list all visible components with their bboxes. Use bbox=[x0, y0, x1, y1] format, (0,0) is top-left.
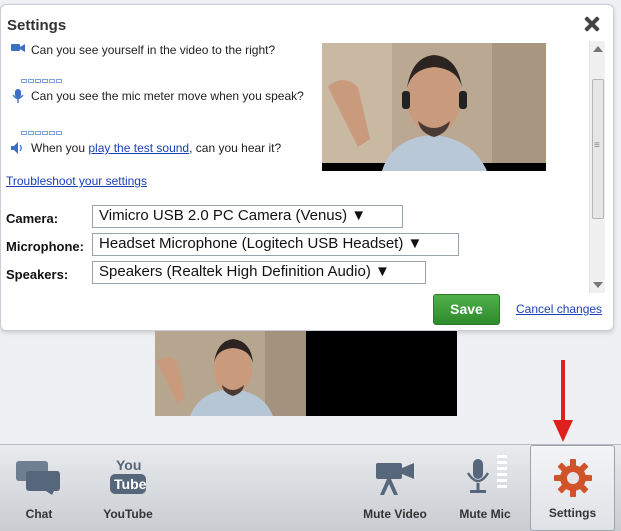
mute-video-button[interactable]: Mute Video bbox=[360, 445, 430, 531]
mute-video-label: Mute Video bbox=[363, 507, 427, 521]
speaker-icon bbox=[11, 142, 22, 154]
microphone-select[interactable]: Headset Microphone (Logitech USB Headset… bbox=[92, 233, 459, 256]
self-video bbox=[155, 331, 306, 416]
video-camera-icon bbox=[376, 463, 414, 495]
scroll-thumb[interactable] bbox=[592, 79, 604, 219]
settings-button[interactable]: Settings bbox=[530, 445, 615, 531]
chat-label: Chat bbox=[25, 507, 53, 521]
settings-scrollbar[interactable] bbox=[589, 41, 605, 293]
troubleshoot-link[interactable]: Troubleshoot your settings bbox=[6, 174, 147, 188]
chat-button[interactable]: Chat bbox=[4, 445, 74, 531]
svg-text:You: You bbox=[116, 457, 141, 473]
settings-label: Settings bbox=[548, 506, 597, 520]
youtube-button[interactable]: You Tube YouTube bbox=[92, 445, 164, 531]
microphone-icon bbox=[12, 89, 24, 103]
camera-label: Camera: bbox=[6, 211, 59, 226]
speaker-check-row: When you play the test sound, can you he… bbox=[11, 141, 321, 157]
microphone-icon bbox=[466, 455, 507, 493]
speaker-meter bbox=[21, 131, 62, 135]
camera-check-text: Can you see yourself in the video to the… bbox=[31, 43, 276, 57]
gear-icon bbox=[553, 459, 592, 497]
save-button[interactable]: Save bbox=[433, 294, 500, 325]
main-video-area bbox=[155, 331, 457, 416]
mute-mic-button[interactable]: Mute Mic bbox=[450, 445, 520, 531]
settings-dialog: Settings Can you see yourself in the vid… bbox=[0, 4, 614, 331]
svg-text:Tube: Tube bbox=[114, 476, 147, 492]
camera-icon bbox=[11, 44, 25, 52]
chat-icon bbox=[16, 461, 60, 495]
cancel-changes-link[interactable]: Cancel changes bbox=[516, 302, 602, 316]
settings-content: Can you see yourself in the video to the… bbox=[1, 39, 591, 289]
mic-meter bbox=[21, 79, 62, 83]
person-image bbox=[322, 43, 546, 171]
mic-check-text: Can you see the mic meter move when you … bbox=[31, 89, 304, 103]
youtube-label: YouTube bbox=[103, 507, 153, 521]
microphone-label: Microphone: bbox=[6, 239, 84, 254]
camera-preview bbox=[322, 43, 546, 171]
dialog-title: Settings bbox=[7, 17, 67, 34]
youtube-icon: You Tube bbox=[110, 457, 147, 494]
close-button[interactable] bbox=[581, 13, 603, 35]
mic-check-row: Can you see the mic meter move when you … bbox=[11, 89, 321, 105]
person-image bbox=[155, 331, 306, 416]
camera-select[interactable]: Vimicro USB 2.0 PC Camera (Venus) ▼ bbox=[92, 205, 403, 228]
speakers-select[interactable]: Speakers (Realtek High Definition Audio)… bbox=[92, 261, 426, 284]
speakers-label: Speakers: bbox=[6, 267, 69, 282]
play-test-sound-link[interactable]: play the test sound bbox=[88, 141, 189, 155]
mute-mic-label: Mute Mic bbox=[459, 507, 511, 521]
scroll-down-icon[interactable] bbox=[593, 282, 603, 288]
camera-check-row: Can you see yourself in the video to the… bbox=[11, 43, 321, 59]
bottom-toolbar: Chat You Tube YouTube Mute Video Mute Mi… bbox=[0, 444, 621, 531]
scroll-up-icon[interactable] bbox=[593, 46, 603, 52]
pointer-arrow-icon bbox=[553, 360, 573, 442]
